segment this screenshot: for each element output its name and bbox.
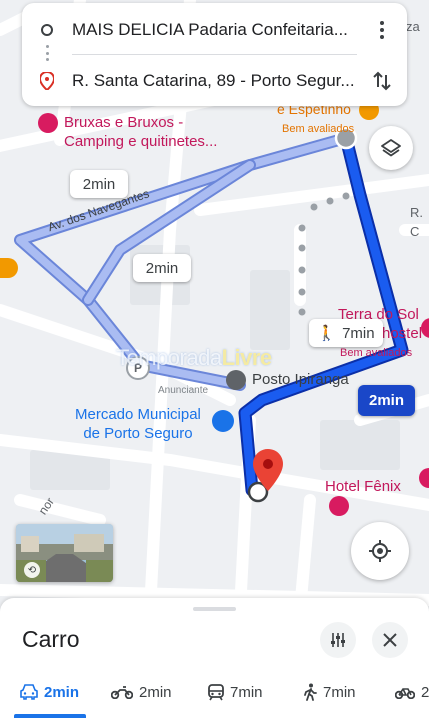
close-button[interactable] bbox=[372, 622, 408, 658]
walk-icon bbox=[304, 683, 317, 701]
sliders-icon bbox=[331, 633, 345, 647]
mode-transit[interactable]: 7min bbox=[208, 684, 263, 701]
route-card: MAIS DELICIA Padaria Confeitaria... R. S… bbox=[22, 3, 407, 106]
directions-sheet: Carro 2min 2min 7min 7min 2 bbox=[0, 598, 429, 720]
poi-terra-sol-hostel: hostel bbox=[382, 325, 423, 342]
swap-icon[interactable] bbox=[357, 71, 407, 91]
poi-anunciante: Anunciante bbox=[158, 385, 209, 396]
lodging-icon bbox=[38, 113, 58, 134]
street-label-edge: za bbox=[406, 19, 420, 34]
route-time-chip-alt[interactable]: 2min bbox=[70, 170, 128, 198]
travel-modes: 2min 2min 7min 7min 2 bbox=[0, 680, 429, 704]
layers-icon bbox=[381, 139, 401, 157]
mode-bicycle[interactable]: 2 bbox=[395, 684, 429, 701]
transit-icon bbox=[208, 683, 224, 700]
watermark: TemporadaLivre bbox=[116, 345, 272, 370]
divider bbox=[72, 54, 357, 55]
route-time-chip-alt[interactable]: 2min bbox=[133, 254, 191, 282]
origin-row[interactable]: MAIS DELICIA Padaria Confeitaria... bbox=[22, 6, 407, 54]
origin-circle-icon bbox=[22, 24, 72, 36]
destination-pin-icon[interactable] bbox=[253, 449, 283, 491]
poi-bruxas-label[interactable]: Bruxas e Bruxos - Camping e quitinetes..… bbox=[38, 113, 217, 151]
destination-pin-icon bbox=[22, 72, 72, 90]
poi-hotel-label[interactable]: Hotel Fênix bbox=[325, 477, 429, 517]
walk-time-chip[interactable]: 🚶 7min bbox=[309, 319, 383, 347]
destination-row[interactable]: R. Santa Catarina, 89 - Porto Segur... bbox=[22, 57, 407, 105]
mode-motorcycle[interactable]: 2min bbox=[111, 684, 172, 701]
shopping-icon[interactable] bbox=[212, 410, 234, 432]
sheet-drag-handle[interactable] bbox=[193, 607, 236, 611]
close-icon bbox=[383, 633, 397, 647]
route-time-chip-selected[interactable]: 2min bbox=[358, 385, 415, 416]
motorcycle-icon bbox=[111, 686, 133, 699]
mode-walk[interactable]: 7min bbox=[303, 683, 356, 701]
layers-button[interactable] bbox=[369, 126, 413, 170]
selected-mode-indicator bbox=[14, 714, 86, 718]
poi-mercado-label[interactable]: Mercado Municipal de Porto Seguro bbox=[75, 405, 201, 443]
bicycle-icon bbox=[395, 688, 415, 699]
my-location-button[interactable] bbox=[351, 522, 409, 580]
street-view-thumbnail[interactable]: ⟲ bbox=[16, 524, 113, 582]
poi-posto-label[interactable]: Posto Ipiranga bbox=[226, 370, 349, 391]
destination-field[interactable]: R. Santa Catarina, 89 - Porto Segur... bbox=[72, 71, 357, 91]
rotate-360-icon: ⟲ bbox=[24, 562, 40, 578]
travel-mode-title: Carro bbox=[22, 626, 80, 652]
mode-car[interactable]: 2min bbox=[20, 684, 79, 701]
route-options-button[interactable] bbox=[320, 622, 356, 658]
poi-espetinho-sub: Bem avaliados bbox=[282, 123, 355, 135]
crosshair-icon bbox=[369, 540, 391, 562]
car-icon bbox=[20, 684, 38, 700]
map-view[interactable]: Bruxas e Bruxos - Camping e quitinetes..… bbox=[0, 0, 429, 610]
street-label-edge: R. C bbox=[410, 205, 423, 239]
gas-station-icon bbox=[226, 370, 246, 391]
walk-icon: 🚶 bbox=[317, 325, 337, 342]
lodging-icon bbox=[329, 496, 349, 517]
more-options-icon[interactable] bbox=[357, 21, 407, 39]
origin-field[interactable]: MAIS DELICIA Padaria Confeitaria... bbox=[72, 20, 357, 40]
